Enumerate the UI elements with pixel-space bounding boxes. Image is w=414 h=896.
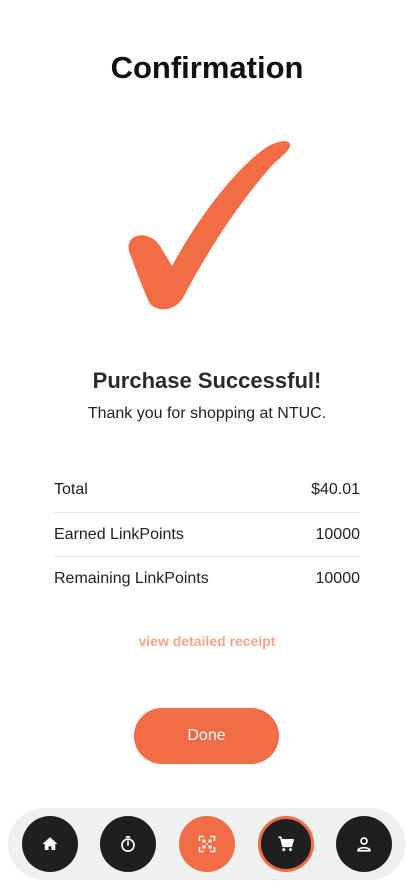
earned-linkpoints-value: 10000 — [315, 525, 361, 543]
earned-linkpoints-label: Earned LinkPoints — [54, 525, 184, 543]
home-icon — [42, 837, 58, 850]
done-button[interactable]: Done — [134, 708, 279, 764]
bottom-nav — [8, 808, 406, 880]
purchase-summary: Total $40.01 Earned LinkPoints 10000 Rem… — [54, 468, 360, 600]
total-row: Total $40.01 — [54, 468, 360, 512]
total-value: $40.01 — [311, 481, 360, 498]
total-label: Total — [54, 481, 88, 498]
checkmark-icon — [128, 141, 291, 310]
nav-cart-button[interactable] — [258, 816, 314, 872]
profile-icon — [357, 837, 371, 852]
nav-profile-button[interactable] — [336, 816, 392, 872]
cart-icon — [278, 836, 294, 852]
page-title: Confirmation — [110, 50, 304, 85]
nav-timer-button[interactable] — [100, 816, 156, 872]
timer-icon — [121, 836, 135, 852]
success-headline: Purchase Successful! — [92, 368, 322, 393]
remaining-linkpoints-label: Remaining LinkPoints — [54, 569, 209, 587]
nav-home-button[interactable] — [22, 816, 78, 872]
remaining-linkpoints-row: Remaining LinkPoints 10000 — [54, 556, 360, 600]
qr-scan-icon — [198, 835, 216, 853]
earned-linkpoints-row: Earned LinkPoints 10000 — [54, 512, 360, 556]
view-receipt-link[interactable]: view detailed receipt — [0, 633, 414, 649]
remaining-linkpoints-value: 10000 — [315, 569, 361, 587]
nav-scan-button[interactable] — [179, 816, 235, 872]
thank-you-message: Thank you for shopping at NTUC. — [87, 405, 327, 422]
